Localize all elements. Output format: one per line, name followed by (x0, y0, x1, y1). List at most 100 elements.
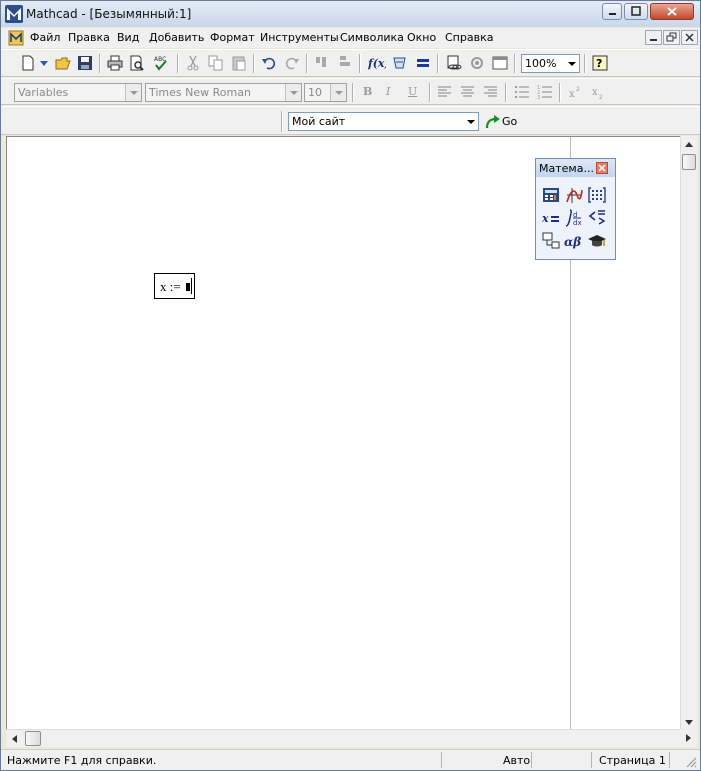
vertical-scroll-thumb[interactable] (682, 154, 696, 170)
go-button[interactable]: Go (485, 113, 521, 131)
svg-text:x: x (569, 89, 575, 100)
resource-center-button[interactable] (490, 53, 510, 73)
horizontal-scroll-thumb[interactable] (25, 731, 41, 746)
underline-button[interactable]: U (408, 85, 417, 98)
align-right-button[interactable] (481, 82, 501, 102)
new-button[interactable] (18, 53, 38, 73)
undo-button[interactable] (259, 53, 279, 73)
maximize-button[interactable] (624, 3, 648, 20)
superscript-button[interactable]: x2 (566, 82, 586, 102)
menu-edit[interactable]: Правка (68, 31, 110, 44)
align-center-button[interactable] (458, 82, 478, 102)
math-region[interactable]: x := (154, 273, 195, 299)
toolbar-separator (505, 83, 507, 102)
chevron-down-icon (285, 84, 301, 101)
programming-toolbar-button[interactable] (541, 231, 563, 253)
boolean-toolbar-button[interactable] (587, 208, 609, 230)
toolbar-separator (177, 54, 179, 73)
print-preview-button[interactable] (127, 53, 147, 73)
doc-restore-button[interactable] (663, 30, 680, 45)
calculus-toolbar-button[interactable]: d dx (564, 208, 586, 230)
menu-insert[interactable]: Добавить (149, 31, 204, 44)
resize-grip-icon[interactable] (685, 756, 697, 768)
go-label: Go (502, 115, 518, 128)
close-icon (685, 33, 694, 42)
hyperlink-icon (447, 55, 462, 70)
cut-button[interactable] (183, 53, 203, 73)
toolbar-separator (352, 83, 354, 102)
site-select[interactable]: Мой сайт (288, 112, 479, 131)
minimize-button[interactable] (602, 3, 622, 20)
graduation-cap-icon (588, 235, 606, 247)
print-button[interactable] (105, 53, 125, 73)
align-left-button[interactable] (435, 82, 455, 102)
programming-icon (542, 232, 560, 249)
save-icon (78, 56, 92, 70)
status-mode: Авто (503, 754, 531, 767)
align-across-button[interactable] (313, 53, 333, 73)
bold-button[interactable]: B (363, 85, 372, 98)
svg-text:2: 2 (599, 94, 603, 100)
menu-file[interactable]: Файл (30, 31, 60, 44)
scroll-right-icon[interactable] (685, 733, 693, 743)
menu-window[interactable]: Окно (407, 31, 436, 44)
zoom-select[interactable]: 100% (521, 54, 580, 73)
placeholder-box[interactable] (186, 283, 190, 291)
align-down-button[interactable] (335, 53, 355, 73)
matrix-toolbar-button[interactable] (587, 185, 609, 207)
document-icon[interactable] (8, 30, 24, 46)
scroll-up-icon[interactable] (684, 140, 694, 148)
graph-toolbar-button[interactable] (564, 185, 586, 207)
palette-title-bar[interactable]: Матема... (536, 159, 615, 177)
toolbar-separator (514, 54, 516, 73)
equals-icon (417, 59, 429, 67)
help-button[interactable]: ? (590, 53, 610, 73)
scroll-left-icon[interactable] (10, 734, 18, 744)
new-dropdown-button[interactable] (37, 53, 51, 73)
horizontal-scrollbar[interactable] (6, 729, 680, 747)
svg-text:f(x): f(x) (368, 57, 386, 70)
menu-tools[interactable]: Инструменты (260, 31, 339, 44)
close-button[interactable] (650, 3, 694, 20)
numbering-button[interactable]: 123 (535, 82, 555, 102)
open-button[interactable] (53, 53, 73, 73)
zoom-value: 100% (525, 57, 557, 70)
doc-minimize-button[interactable] (645, 30, 662, 45)
font-select[interactable]: Times New Roman (145, 83, 302, 102)
menu-help[interactable]: Справка (445, 31, 493, 44)
menu-view[interactable]: Вид (117, 31, 139, 44)
symbolic-toolbar-button[interactable] (587, 231, 609, 253)
insert-hyperlink-button[interactable] (444, 53, 464, 73)
paste-button[interactable] (229, 53, 249, 73)
redo-button[interactable] (282, 53, 302, 73)
vertical-scrollbar[interactable] (680, 136, 697, 729)
help-icon: ? (592, 55, 608, 71)
subscript-button[interactable]: x2 (589, 82, 609, 102)
insert-function-button[interactable]: f(x) (366, 53, 386, 73)
palette-close-button[interactable] (596, 162, 608, 174)
scroll-down-icon[interactable] (684, 719, 694, 727)
insert-component-button[interactable] (467, 53, 487, 73)
insert-unit-button[interactable] (390, 53, 410, 73)
copy-button[interactable] (206, 53, 226, 73)
font-size-select[interactable]: 10 (304, 83, 347, 102)
toolbar-separator (559, 83, 561, 102)
maximize-icon (631, 6, 641, 16)
evaluation-toolbar-button[interactable]: x (541, 208, 563, 230)
title-bar[interactable]: Mathcad - [Безымянный:1] (1, 1, 700, 27)
calculate-button[interactable] (413, 53, 433, 73)
save-button[interactable] (75, 53, 95, 73)
calculator-icon (543, 188, 559, 202)
style-select[interactable]: Variables (14, 83, 142, 102)
resources-toolbar: Мой сайт Go (1, 106, 700, 135)
calculator-toolbar-button[interactable] (541, 185, 563, 207)
greek-toolbar-button[interactable]: αβ (564, 231, 586, 253)
bullets-button[interactable] (512, 82, 532, 102)
italic-button[interactable]: I (386, 85, 390, 98)
numbered-list-icon: 123 (537, 85, 552, 100)
menu-format[interactable]: Формат (210, 31, 255, 44)
toolbar-separator (99, 54, 101, 73)
spell-check-button[interactable]: ABC (151, 53, 171, 73)
menu-symbolics[interactable]: Символика (340, 31, 404, 44)
doc-close-button[interactable] (681, 30, 698, 45)
